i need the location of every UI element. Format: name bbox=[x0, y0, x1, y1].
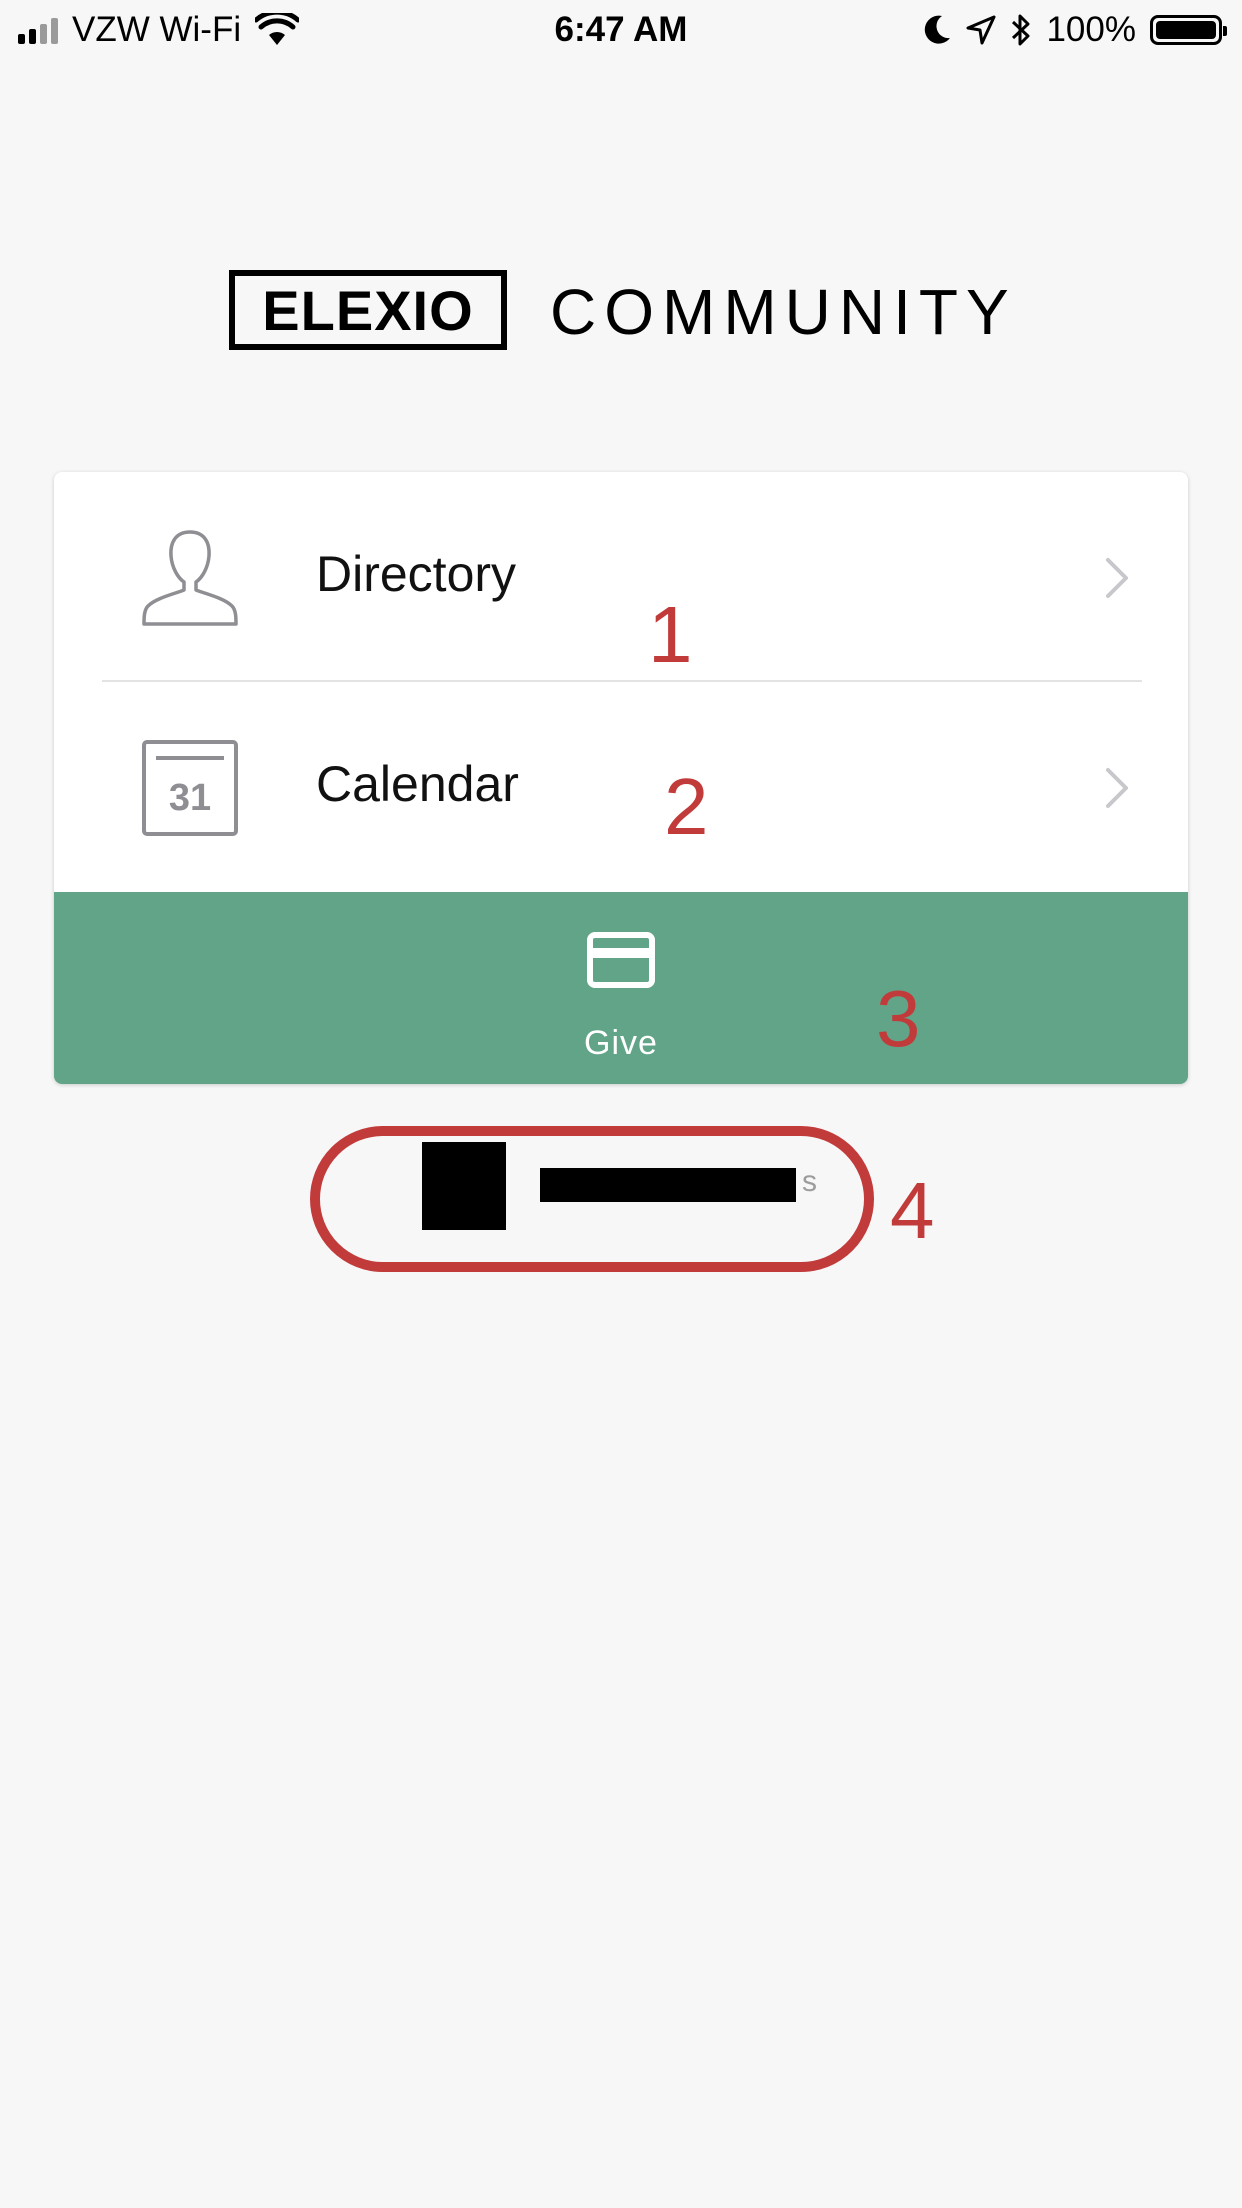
calendar-icon-date: 31 bbox=[168, 777, 212, 819]
location-arrow-icon bbox=[966, 15, 996, 45]
give-button[interactable]: Give bbox=[54, 892, 1188, 1084]
menu-item-calendar[interactable]: 31 Calendar bbox=[54, 682, 1188, 892]
redaction-block bbox=[422, 1142, 506, 1230]
redaction-bar bbox=[540, 1168, 796, 1202]
annotation-number-4: 4 bbox=[890, 1166, 935, 1255]
logo-word: COMMUNITY bbox=[550, 276, 1017, 348]
directory-label: Directory bbox=[316, 546, 517, 602]
give-label: Give bbox=[584, 1024, 658, 1062]
battery-icon bbox=[1150, 15, 1227, 45]
menu-card: Directory 31 Calendar Give bbox=[54, 472, 1188, 1084]
annotation-number-1: 1 bbox=[648, 590, 693, 679]
app-logo: ELEXIO COMMUNITY bbox=[0, 270, 1242, 354]
status-bar: VZW Wi-Fi 6:47 AM 100% bbox=[0, 0, 1242, 60]
logo-brand-box: ELEXIO bbox=[229, 270, 507, 350]
credit-card-icon bbox=[587, 932, 655, 988]
moon-icon bbox=[925, 15, 951, 44]
bluetooth-icon bbox=[1012, 14, 1030, 46]
chevron-right-icon bbox=[1106, 768, 1128, 808]
annotation-number-2: 2 bbox=[664, 762, 709, 851]
battery-percent: 100% bbox=[1046, 10, 1136, 49]
logo-brand: ELEXIO bbox=[262, 278, 474, 342]
status-right: 100% bbox=[922, 8, 1227, 52]
person-icon bbox=[142, 530, 238, 626]
calendar-label: Calendar bbox=[316, 756, 519, 812]
menu-item-directory[interactable]: Directory bbox=[54, 472, 1188, 682]
footer-tail-text: s bbox=[802, 1165, 817, 1198]
annotation-number-3: 3 bbox=[876, 974, 921, 1063]
chevron-right-icon bbox=[1106, 558, 1128, 598]
footer-redacted[interactable]: s bbox=[310, 1126, 874, 1272]
